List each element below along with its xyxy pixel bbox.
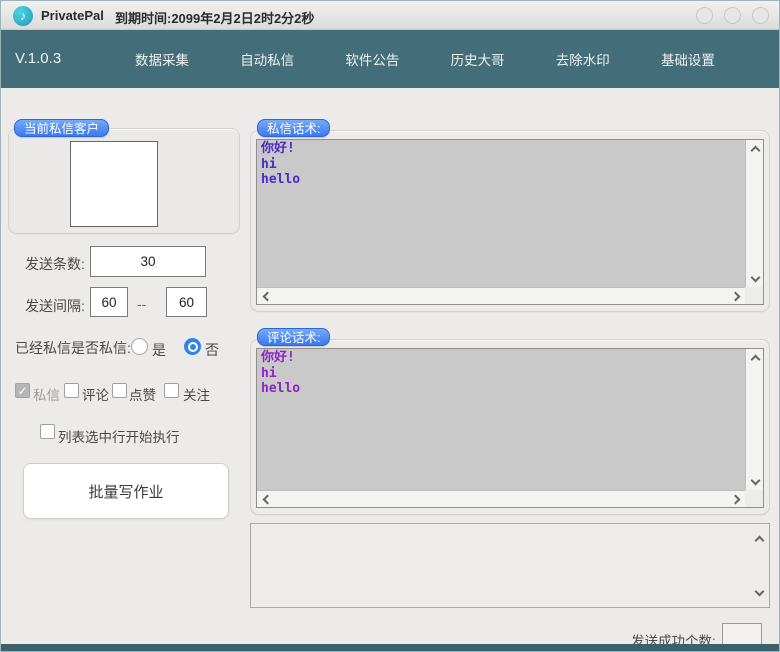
comment-script-badge: 评论话术: — [257, 328, 330, 346]
close-icon[interactable] — [752, 7, 769, 24]
dm-script-badge: 私信话术: — [257, 119, 330, 137]
radio-yes-label[interactable]: 是 — [152, 340, 166, 360]
tab-remove-watermark[interactable]: 去除水印 — [554, 43, 612, 75]
radio-no[interactable] — [184, 338, 201, 355]
checkbox-comment[interactable] — [64, 383, 79, 398]
footer-strip — [1, 644, 779, 651]
log-listbox[interactable] — [250, 523, 770, 608]
checkbox-follow-label[interactable]: 关注 — [183, 384, 210, 404]
tab-auto-dm[interactable]: 自动私信 — [238, 43, 296, 75]
scroll-down-icon[interactable] — [751, 583, 767, 599]
version-label: V.1.0.3 — [15, 50, 61, 67]
scroll-down-icon[interactable] — [747, 269, 763, 285]
checkbox-like-label[interactable]: 点赞 — [129, 384, 156, 404]
scroll-right-icon[interactable] — [727, 288, 743, 304]
send-count-label: 发送条数: — [25, 254, 85, 274]
tab-history[interactable]: 历史大哥 — [449, 43, 507, 75]
app-window: ♪ PrivatePal 到期时间:2099年2月2日2时2分2秒 V.1.0.… — [0, 0, 780, 652]
expiry-time-text: 到期时间:2099年2月2日2时2分2秒 — [115, 8, 314, 27]
checkbox-comment-label[interactable]: 评论 — [82, 384, 109, 404]
dm-horizontal-scrollbar[interactable] — [257, 287, 745, 304]
log-text — [255, 524, 749, 607]
checkbox-list-row-start-label[interactable]: 列表选中行开始执行 — [58, 426, 180, 446]
scroll-up-icon[interactable] — [751, 532, 767, 548]
dm-vertical-scrollbar[interactable] — [745, 140, 763, 287]
comment-vertical-scrollbar[interactable] — [745, 349, 763, 490]
batch-write-button[interactable]: 批量写作业 — [23, 463, 229, 519]
checkbox-follow[interactable] — [164, 383, 179, 398]
radio-yes[interactable] — [131, 338, 148, 355]
interval-separator: -- — [137, 296, 146, 312]
dm-script-text[interactable]: 你好! hi hello — [257, 140, 745, 287]
radio-no-label[interactable]: 否 — [205, 340, 219, 360]
tab-data-collection[interactable]: 数据采集 — [133, 43, 191, 75]
tab-software-notice[interactable]: 软件公告 — [343, 43, 401, 75]
nav-bar: V.1.0.3 数据采集 自动私信 软件公告 历史大哥 去除水印 基础设置 — [1, 30, 779, 88]
customer-avatar-placeholder — [70, 141, 158, 227]
comment-horizontal-scrollbar[interactable] — [257, 490, 745, 507]
scroll-corner — [745, 490, 763, 507]
minimize-icon[interactable] — [696, 7, 713, 24]
nav-tabs: 数据采集 自动私信 软件公告 历史大哥 去除水印 基础设置 — [133, 30, 717, 88]
send-count-input[interactable] — [90, 246, 206, 277]
scroll-up-icon[interactable] — [747, 142, 763, 158]
comment-script-text[interactable]: 你好! hi hello — [257, 349, 745, 490]
interval-min-input[interactable] — [90, 287, 128, 317]
scroll-corner — [745, 287, 763, 304]
already-dm-label: 已经私信是否私信: — [15, 338, 131, 358]
title-bar: ♪ PrivatePal 到期时间:2099年2月2日2时2分2秒 — [1, 1, 779, 30]
scroll-down-icon[interactable] — [747, 472, 763, 488]
checkbox-dm[interactable]: ✓ — [15, 383, 30, 398]
interval-max-input[interactable] — [166, 287, 207, 317]
dm-script-textarea[interactable]: 你好! hi hello — [256, 139, 764, 305]
send-interval-label: 发送间隔: — [25, 296, 85, 316]
scroll-left-icon[interactable] — [259, 288, 275, 304]
checkbox-list-row-start[interactable] — [40, 424, 55, 439]
tab-basic-settings[interactable]: 基础设置 — [659, 43, 717, 75]
checkbox-dm-label[interactable]: 私信 — [33, 384, 60, 404]
app-title: PrivatePal — [41, 8, 104, 23]
scroll-left-icon[interactable] — [259, 491, 275, 507]
comment-script-textarea[interactable]: 你好! hi hello — [256, 348, 764, 508]
scroll-right-icon[interactable] — [727, 491, 743, 507]
music-note-icon: ♪ — [13, 6, 33, 26]
maximize-icon[interactable] — [724, 7, 741, 24]
scroll-up-icon[interactable] — [747, 351, 763, 367]
success-count-value — [722, 623, 762, 646]
checkbox-like[interactable] — [112, 383, 127, 398]
current-customer-badge: 当前私信客户 — [14, 119, 109, 137]
